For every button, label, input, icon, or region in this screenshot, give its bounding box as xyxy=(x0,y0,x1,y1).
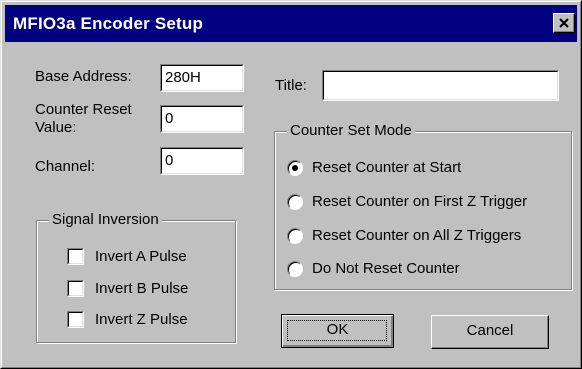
radio-button[interactable] xyxy=(287,228,303,244)
focus-indicator xyxy=(287,320,387,341)
title-label: Title: xyxy=(275,77,307,94)
signal-inversion-legend: Signal Inversion xyxy=(49,211,162,229)
reset-all-z-label: Reset Counter on All Z Triggers xyxy=(312,227,522,244)
base-address-input[interactable]: 280H xyxy=(160,64,244,92)
invert-z-label: Invert Z Pulse xyxy=(95,311,188,328)
checkbox-box[interactable] xyxy=(67,311,84,328)
cancel-button-label: Cancel xyxy=(466,322,514,339)
base-address-label: Base Address: xyxy=(35,68,132,85)
base-address-value: 280H xyxy=(161,65,243,91)
checkbox-box[interactable] xyxy=(67,248,84,265)
channel-label: Channel: xyxy=(35,158,96,175)
title-bar[interactable]: MFIO3a Encoder Setup xyxy=(5,5,577,42)
window-title: MFIO3a Encoder Setup xyxy=(13,14,204,33)
counter-reset-label-line2: Value: xyxy=(35,119,77,136)
counter-reset-value: 0 xyxy=(161,106,243,132)
channel-input[interactable]: 0 xyxy=(160,147,244,175)
invert-a-label: Invert A Pulse xyxy=(95,248,187,265)
close-button[interactable] xyxy=(553,13,575,33)
reset-at-start-label: Reset Counter at Start xyxy=(312,159,462,176)
title-value xyxy=(323,71,558,100)
counter-set-mode-legend: Counter Set Mode xyxy=(287,122,415,140)
close-icon xyxy=(559,18,569,28)
channel-value: 0 xyxy=(161,148,243,174)
reset-first-z-label: Reset Counter on First Z Trigger xyxy=(312,193,528,210)
radio-button[interactable] xyxy=(287,261,303,277)
radio-button[interactable] xyxy=(287,194,303,210)
title-input[interactable] xyxy=(322,70,559,101)
counter-reset-input[interactable]: 0 xyxy=(160,105,244,133)
invert-b-label: Invert B Pulse xyxy=(95,280,189,297)
checkbox-box[interactable] xyxy=(67,280,84,297)
ok-button[interactable]: OK xyxy=(281,314,394,348)
radio-button[interactable] xyxy=(287,160,303,176)
signal-inversion-group: Signal Inversion Invert A Pulse Invert B… xyxy=(36,211,236,343)
dialog-window: MFIO3a Encoder Setup Base Address: 280H … xyxy=(0,0,582,369)
do-not-reset-label: Do Not Reset Counter xyxy=(312,260,460,277)
counter-set-mode-group: Counter Set Mode Reset Counter at Start … xyxy=(274,122,572,290)
counter-reset-label-line1: Counter Reset xyxy=(35,101,132,118)
cancel-button[interactable]: Cancel xyxy=(431,315,549,349)
